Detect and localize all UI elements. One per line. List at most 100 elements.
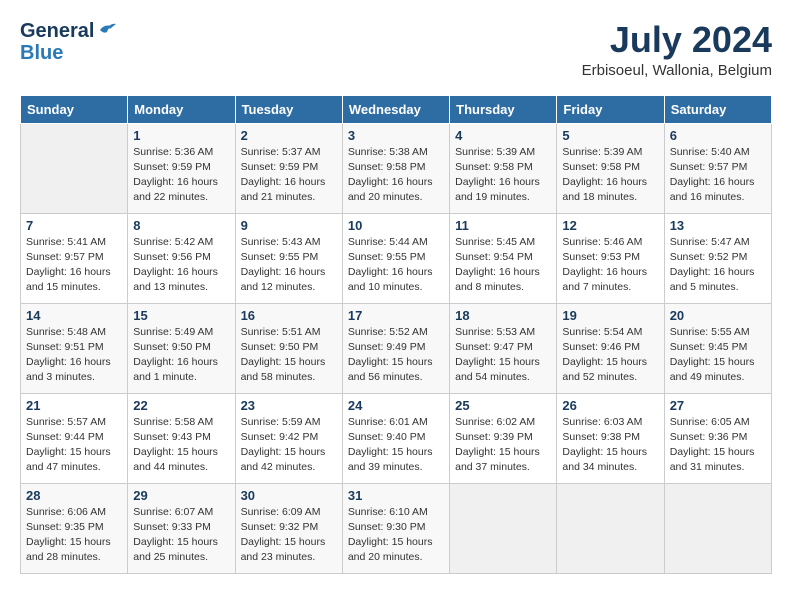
day-info: Sunrise: 6:03 AM Sunset: 9:38 PM Dayligh… [562, 416, 647, 474]
day-number: 7 [26, 218, 122, 233]
day-info: Sunrise: 5:38 AM Sunset: 9:58 PM Dayligh… [348, 146, 433, 204]
col-header-sunday: Sunday [21, 95, 128, 123]
calendar-table: SundayMondayTuesdayWednesdayThursdayFrid… [20, 95, 772, 574]
day-number: 14 [26, 308, 122, 323]
day-number: 26 [562, 398, 658, 413]
day-cell: 28 Sunrise: 6:06 AM Sunset: 9:35 PM Dayli… [21, 483, 128, 573]
day-cell: 13 Sunrise: 5:47 AM Sunset: 9:52 PM Dayli… [664, 213, 771, 303]
day-cell: 11Sunrise: 5:45 AM Sunset: 9:54 PM Dayli… [450, 213, 557, 303]
day-info: Sunrise: 5:58 AM Sunset: 9:43 PM Dayligh… [133, 416, 218, 474]
day-info: Sunrise: 5:39 AM Sunset: 9:58 PM Dayligh… [455, 146, 540, 204]
day-cell: 6 Sunrise: 5:40 AM Sunset: 9:57 PM Daylig… [664, 123, 771, 213]
day-info: Sunrise: 5:45 AM Sunset: 9:54 PM Dayligh… [455, 236, 540, 294]
day-info: Sunrise: 5:41 AM Sunset: 9:57 PM Dayligh… [26, 236, 111, 294]
day-number: 30 [241, 488, 337, 503]
day-cell: 15 Sunrise: 5:49 AM Sunset: 9:50 PM Dayli… [128, 303, 235, 393]
day-number: 31 [348, 488, 444, 503]
day-number: 1 [133, 128, 229, 143]
day-cell [557, 483, 664, 573]
day-cell [664, 483, 771, 573]
day-cell: 25Sunrise: 6:02 AM Sunset: 9:39 PM Dayli… [450, 393, 557, 483]
day-cell: 20Sunrise: 5:55 AM Sunset: 9:45 PM Dayli… [664, 303, 771, 393]
day-cell: 3 Sunrise: 5:38 AM Sunset: 9:58 PM Daylig… [342, 123, 449, 213]
day-number: 23 [241, 398, 337, 413]
col-header-friday: Friday [557, 95, 664, 123]
day-info: Sunrise: 5:47 AM Sunset: 9:52 PM Dayligh… [670, 236, 755, 294]
col-header-wednesday: Wednesday [342, 95, 449, 123]
day-info: Sunrise: 5:54 AM Sunset: 9:46 PM Dayligh… [562, 326, 647, 384]
day-number: 5 [562, 128, 658, 143]
day-info: Sunrise: 6:10 AM Sunset: 9:30 PM Dayligh… [348, 506, 433, 564]
day-cell: 2Sunrise: 5:37 AM Sunset: 9:59 PM Daylig… [235, 123, 342, 213]
week-row-3: 14 Sunrise: 5:48 AM Sunset: 9:51 PM Dayli… [21, 303, 772, 393]
day-info: Sunrise: 5:52 AM Sunset: 9:49 PM Dayligh… [348, 326, 433, 384]
day-cell: 26 Sunrise: 6:03 AM Sunset: 9:38 PM Dayli… [557, 393, 664, 483]
day-number: 22 [133, 398, 229, 413]
day-info: Sunrise: 6:01 AM Sunset: 9:40 PM Dayligh… [348, 416, 433, 474]
day-number: 12 [562, 218, 658, 233]
day-info: Sunrise: 5:39 AM Sunset: 9:58 PM Dayligh… [562, 146, 647, 204]
day-number: 16 [241, 308, 337, 323]
day-cell: 5 Sunrise: 5:39 AM Sunset: 9:58 PM Daylig… [557, 123, 664, 213]
day-cell: 29Sunrise: 6:07 AM Sunset: 9:33 PM Dayli… [128, 483, 235, 573]
day-cell: 7 Sunrise: 5:41 AM Sunset: 9:57 PM Daylig… [21, 213, 128, 303]
day-number: 17 [348, 308, 444, 323]
day-info: Sunrise: 5:44 AM Sunset: 9:55 PM Dayligh… [348, 236, 433, 294]
day-number: 27 [670, 398, 766, 413]
logo-general-text: General [20, 20, 94, 43]
month-year-title: July 2024 [582, 20, 772, 60]
day-number: 28 [26, 488, 122, 503]
col-header-tuesday: Tuesday [235, 95, 342, 123]
day-number: 3 [348, 128, 444, 143]
day-info: Sunrise: 5:53 AM Sunset: 9:47 PM Dayligh… [455, 326, 540, 384]
day-cell: 17 Sunrise: 5:52 AM Sunset: 9:49 PM Dayli… [342, 303, 449, 393]
day-info: Sunrise: 5:42 AM Sunset: 9:56 PM Dayligh… [133, 236, 218, 294]
week-row-2: 7 Sunrise: 5:41 AM Sunset: 9:57 PM Daylig… [21, 213, 772, 303]
day-info: Sunrise: 5:46 AM Sunset: 9:53 PM Dayligh… [562, 236, 647, 294]
col-header-monday: Monday [128, 95, 235, 123]
day-number: 10 [348, 218, 444, 233]
day-number: 29 [133, 488, 229, 503]
day-info: Sunrise: 5:43 AM Sunset: 9:55 PM Dayligh… [241, 236, 326, 294]
title-block: July 2024 Erbisoeul, Wallonia, Belgium [582, 20, 772, 79]
day-number: 15 [133, 308, 229, 323]
day-cell: 14 Sunrise: 5:48 AM Sunset: 9:51 PM Dayli… [21, 303, 128, 393]
day-info: Sunrise: 5:57 AM Sunset: 9:44 PM Dayligh… [26, 416, 111, 474]
day-cell: 1Sunrise: 5:36 AM Sunset: 9:59 PM Daylig… [128, 123, 235, 213]
day-cell: 8 Sunrise: 5:42 AM Sunset: 9:56 PM Daylig… [128, 213, 235, 303]
day-info: Sunrise: 5:40 AM Sunset: 9:57 PM Dayligh… [670, 146, 755, 204]
day-cell: 18 Sunrise: 5:53 AM Sunset: 9:47 PM Dayli… [450, 303, 557, 393]
day-number: 18 [455, 308, 551, 323]
logo-bird-icon [98, 22, 116, 38]
day-cell: 16Sunrise: 5:51 AM Sunset: 9:50 PM Dayli… [235, 303, 342, 393]
day-info: Sunrise: 5:49 AM Sunset: 9:50 PM Dayligh… [133, 326, 218, 384]
day-cell: 10 Sunrise: 5:44 AM Sunset: 9:55 PM Dayli… [342, 213, 449, 303]
day-info: Sunrise: 5:59 AM Sunset: 9:42 PM Dayligh… [241, 416, 326, 474]
day-cell [21, 123, 128, 213]
day-info: Sunrise: 6:09 AM Sunset: 9:32 PM Dayligh… [241, 506, 326, 564]
day-info: Sunrise: 5:48 AM Sunset: 9:51 PM Dayligh… [26, 326, 111, 384]
day-cell [450, 483, 557, 573]
col-header-saturday: Saturday [664, 95, 771, 123]
day-cell: 19 Sunrise: 5:54 AM Sunset: 9:46 PM Dayli… [557, 303, 664, 393]
week-row-4: 21 Sunrise: 5:57 AM Sunset: 9:44 PM Dayli… [21, 393, 772, 483]
day-number: 8 [133, 218, 229, 233]
day-number: 20 [670, 308, 766, 323]
day-number: 19 [562, 308, 658, 323]
day-number: 2 [241, 128, 337, 143]
week-row-5: 28 Sunrise: 6:06 AM Sunset: 9:35 PM Dayli… [21, 483, 772, 573]
day-number: 9 [241, 218, 337, 233]
day-info: Sunrise: 6:05 AM Sunset: 9:36 PM Dayligh… [670, 416, 755, 474]
day-number: 24 [348, 398, 444, 413]
day-info: Sunrise: 6:06 AM Sunset: 9:35 PM Dayligh… [26, 506, 111, 564]
day-cell: 12 Sunrise: 5:46 AM Sunset: 9:53 PM Dayli… [557, 213, 664, 303]
week-row-1: 1Sunrise: 5:36 AM Sunset: 9:59 PM Daylig… [21, 123, 772, 213]
day-number: 21 [26, 398, 122, 413]
day-cell: 21 Sunrise: 5:57 AM Sunset: 9:44 PM Dayli… [21, 393, 128, 483]
logo-blue-text: Blue [20, 43, 63, 63]
day-cell: 30 Sunrise: 6:09 AM Sunset: 9:32 PM Dayli… [235, 483, 342, 573]
day-cell: 31 Sunrise: 6:10 AM Sunset: 9:30 PM Dayli… [342, 483, 449, 573]
day-number: 6 [670, 128, 766, 143]
location-subtitle: Erbisoeul, Wallonia, Belgium [582, 62, 772, 79]
day-number: 13 [670, 218, 766, 233]
